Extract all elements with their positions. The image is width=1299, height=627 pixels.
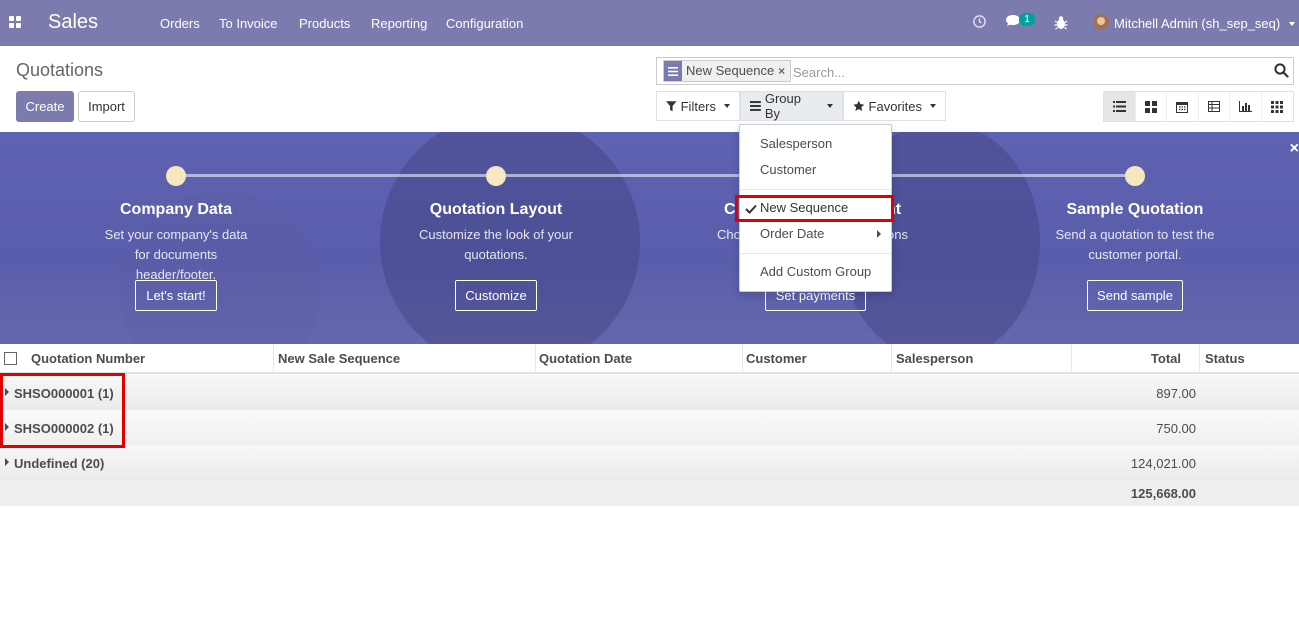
step-title: Sample Quotation — [1066, 201, 1204, 218]
debug-bug-icon[interactable] — [1054, 15, 1068, 33]
group-by-button[interactable]: Group By — [740, 91, 843, 121]
calendar-view-icon[interactable] — [1167, 92, 1199, 121]
group-row[interactable]: Undefined (20) 124,021.00 — [0, 445, 1299, 480]
select-all-checkbox[interactable] — [4, 352, 17, 365]
step-description: Set your company's data for documents he… — [104, 227, 248, 282]
step-description: Customize the look of your quotations. — [419, 227, 573, 262]
step-title: Company Data — [119, 201, 233, 218]
group-row[interactable]: SHSO000002 (1) 750.00 — [0, 410, 1299, 445]
step-description: Send a quotation to test the customer po… — [1055, 227, 1215, 262]
groupby-order-date[interactable]: Order Date — [760, 226, 824, 241]
customize-button[interactable]: Customize — [455, 280, 537, 311]
filters-button[interactable]: Filters — [656, 91, 740, 121]
highlight-sequence-groups — [0, 373, 125, 448]
activity-view-icon[interactable] — [1262, 92, 1294, 121]
onboarding-banner: Company Data Set your company's data for… — [0, 132, 1299, 344]
groupby-salesperson[interactable]: Salesperson — [760, 136, 832, 151]
col-quotation-date[interactable]: Quotation Date — [535, 344, 743, 374]
col-quotation-number[interactable]: Quotation Number — [27, 344, 274, 374]
menu-products[interactable]: Products — [299, 16, 350, 31]
table-footer: 125,668.00 — [0, 480, 1299, 506]
col-customer[interactable]: Customer — [742, 344, 892, 374]
message-count-badge: 1 — [1019, 13, 1035, 26]
facet-remove-icon[interactable]: × — [778, 61, 790, 81]
progress-line — [175, 174, 1135, 177]
step-title-partial: C — [724, 201, 736, 218]
step-dot — [486, 166, 506, 186]
apps-menu-icon[interactable] — [9, 16, 23, 30]
col-new-sale-sequence[interactable]: New Sale Sequence — [274, 344, 536, 374]
send-sample-button[interactable]: Send sample — [1087, 280, 1183, 311]
menu-configuration[interactable]: Configuration — [446, 16, 523, 31]
graph-view-icon[interactable] — [1230, 92, 1262, 121]
favorites-button[interactable]: Favorites — [843, 91, 946, 121]
app-brand[interactable]: Sales — [48, 11, 98, 34]
breadcrumb: Quotations — [16, 60, 104, 80]
favorites-label: Favorites — [868, 98, 922, 114]
step-dot — [1125, 166, 1145, 186]
group-total: 124,021.00 — [1130, 456, 1196, 471]
group-by-label: Group By — [764, 91, 801, 121]
add-custom-group[interactable]: Add Custom Group — [760, 264, 871, 279]
group-list-icon — [664, 61, 682, 81]
pivot-view-icon[interactable] — [1199, 92, 1230, 121]
view-switcher — [1103, 91, 1294, 122]
user-menu-name[interactable]: Mitchell Admin (sh_sep_seq) — [1114, 16, 1280, 31]
activity-clock-icon[interactable] — [972, 14, 987, 32]
col-salesperson[interactable]: Salesperson — [892, 344, 1072, 374]
grand-total: 125,668.00 — [1130, 486, 1196, 501]
search-icon[interactable] — [1274, 63, 1289, 81]
create-button[interactable]: Create — [16, 91, 74, 122]
search-input[interactable] — [793, 62, 1263, 82]
group-total: 750.00 — [1156, 421, 1196, 436]
filter-icon — [666, 100, 677, 111]
user-caret-icon — [1289, 22, 1295, 26]
group-name: Undefined (20) — [14, 456, 105, 471]
group-total: 897.00 — [1156, 386, 1196, 401]
lets-start-button[interactable]: Let's start! — [135, 280, 217, 311]
col-status[interactable]: Status — [1201, 344, 1299, 374]
list-view-icon[interactable] — [1104, 92, 1136, 121]
submenu-caret-icon — [877, 230, 881, 238]
star-icon — [853, 100, 865, 111]
table-header: Quotation Number New Sale Sequence Quota… — [0, 344, 1299, 374]
facet-label: New Sequence — [686, 63, 775, 78]
step-dot — [166, 166, 186, 186]
menu-reporting[interactable]: Reporting — [371, 16, 427, 31]
filters-label: Filters — [680, 98, 716, 114]
user-avatar[interactable] — [1093, 14, 1109, 30]
kanban-view-icon[interactable] — [1136, 92, 1167, 121]
close-banner-icon[interactable]: × — [1290, 140, 1299, 158]
bars-icon — [750, 101, 761, 111]
group-row[interactable]: SHSO000001 (1) 897.00 — [0, 375, 1299, 410]
col-total[interactable]: Total — [1072, 344, 1200, 374]
highlight-new-sequence — [735, 195, 894, 222]
groupby-customer[interactable]: Customer — [760, 162, 816, 177]
expand-caret-icon — [5, 458, 9, 466]
import-button[interactable]: Import — [78, 91, 135, 122]
search-facet: New Sequence × — [663, 60, 792, 82]
menu-to-invoice[interactable]: To Invoice — [219, 16, 278, 31]
step-title: Quotation Layout — [429, 201, 563, 218]
search-bar: New Sequence × — [656, 57, 1294, 85]
top-navbar: Sales Orders To Invoice Products Reporti… — [0, 0, 1299, 46]
step-description-partial: Cho — [717, 227, 741, 242]
menu-orders[interactable]: Orders — [160, 16, 200, 31]
